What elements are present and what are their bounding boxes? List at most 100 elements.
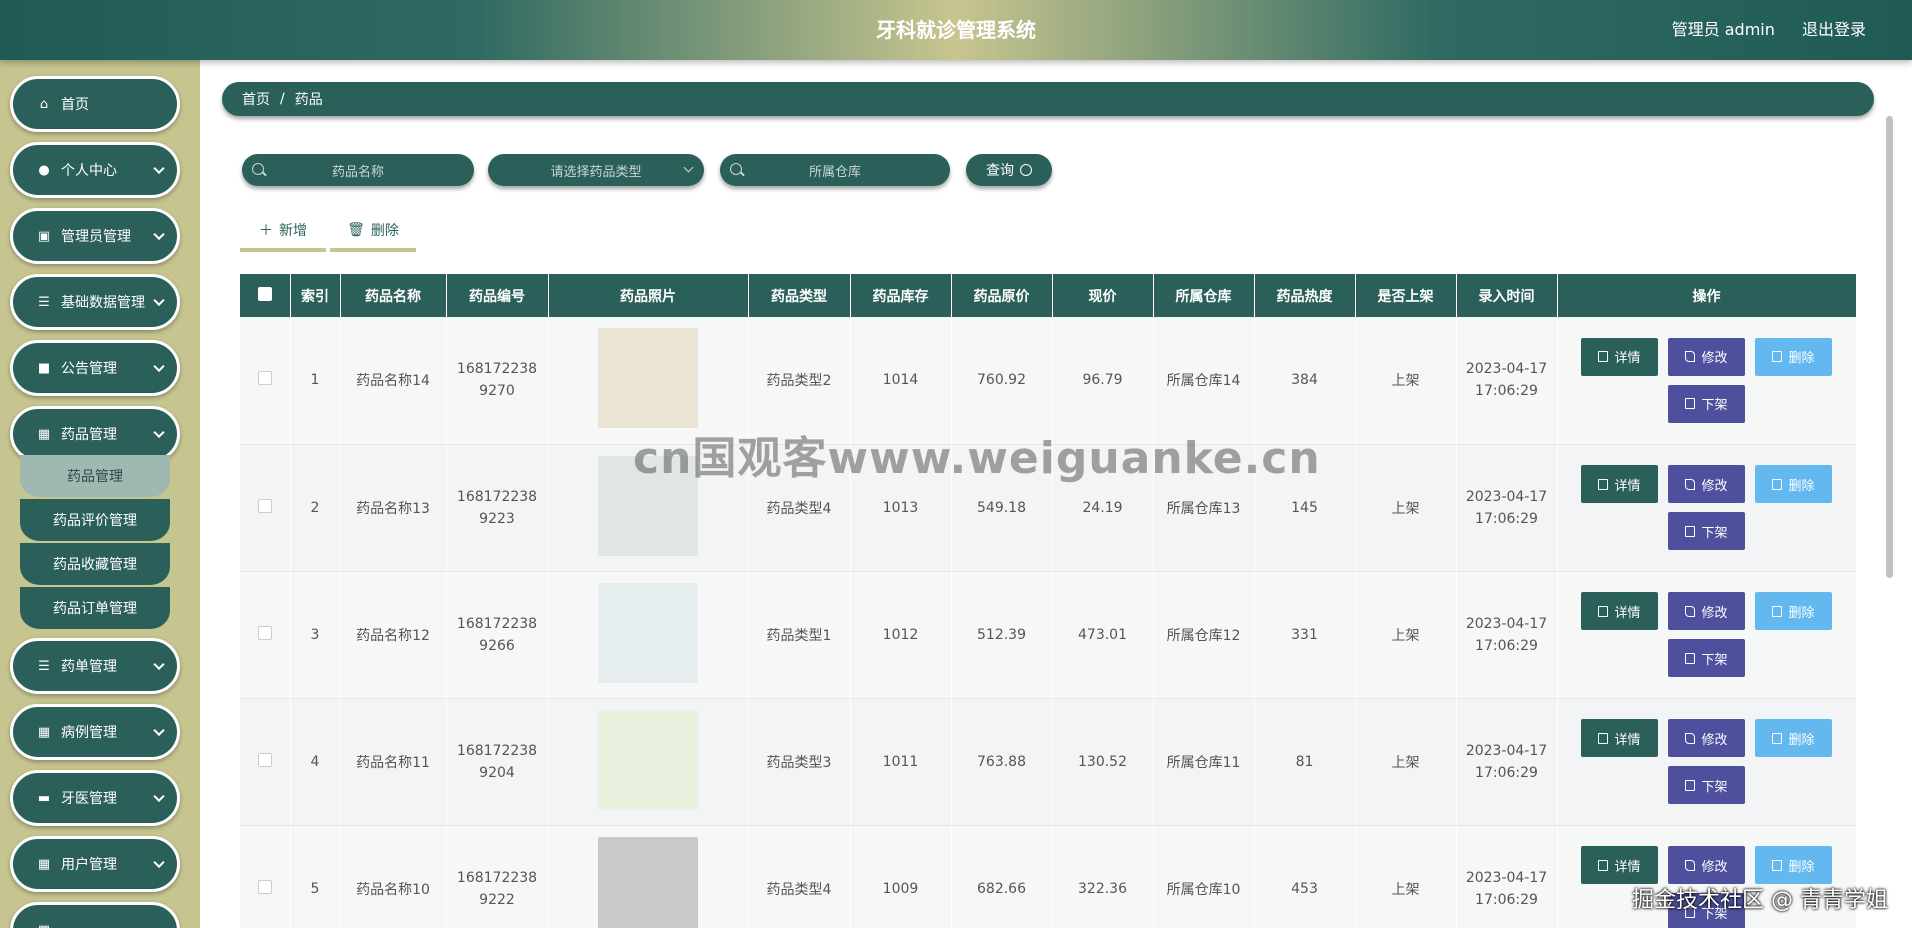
detail-label: 详情 bbox=[1614, 605, 1641, 621]
detail-button[interactable]: 详情 bbox=[1581, 465, 1658, 503]
date-line: 2023-04-17 bbox=[1465, 742, 1548, 759]
row-select-cell[interactable] bbox=[240, 698, 291, 826]
time-line: 17:06:29 bbox=[1475, 637, 1538, 654]
delete-button[interactable]: 删除 bbox=[1755, 465, 1832, 503]
chevron-down-icon bbox=[153, 426, 165, 439]
pencil-icon bbox=[1685, 351, 1696, 363]
cell-time: 2023-04-17 17:06:29 bbox=[1456, 571, 1558, 699]
edit-button[interactable]: 修改 bbox=[1668, 465, 1745, 503]
column-header: 药品原价 bbox=[951, 274, 1053, 317]
cell-stock: 1012 bbox=[850, 571, 952, 699]
unlist-button[interactable]: 下架 bbox=[1668, 766, 1745, 804]
row-select-cell[interactable] bbox=[240, 571, 291, 699]
medicine-photo[interactable] bbox=[598, 836, 698, 928]
sidebar-item-prescription[interactable]: ☰ 药单管理 bbox=[10, 638, 180, 694]
add-button[interactable]: ＋ 新增 bbox=[240, 212, 326, 252]
row-checkbox[interactable] bbox=[257, 498, 272, 513]
row-checkbox[interactable] bbox=[257, 371, 272, 386]
medicine-type-select[interactable]: 请选择药品类型 bbox=[488, 154, 704, 186]
cell-name: 药品名称12 bbox=[340, 571, 447, 699]
edit-button[interactable]: 修改 bbox=[1668, 846, 1745, 884]
sidebar-item-basic-data[interactable]: ☰ 基础数据管理 bbox=[10, 274, 180, 330]
delete-button[interactable]: 删除 bbox=[1755, 846, 1832, 884]
unlist-button[interactable]: 下架 bbox=[1668, 384, 1745, 423]
sidebar-item-user[interactable]: ▦ 用户管理 bbox=[10, 836, 180, 892]
chevron-down-icon bbox=[153, 724, 165, 737]
edit-label: 修改 bbox=[1701, 732, 1728, 748]
unlist-label: 下架 bbox=[1701, 525, 1728, 541]
cell-status: 上架 bbox=[1355, 698, 1457, 826]
select-all-header[interactable] bbox=[240, 274, 291, 317]
batch-delete-button[interactable]: 🗑 删除 bbox=[330, 212, 416, 252]
edit-button[interactable]: 修改 bbox=[1668, 592, 1745, 630]
grid-icon: ▦ bbox=[37, 724, 51, 740]
chevron-down-icon bbox=[153, 790, 165, 803]
query-button[interactable]: 查询 bbox=[966, 154, 1052, 186]
medicine-name-placeholder: 药品名称 bbox=[331, 164, 384, 180]
submenu-medicine-review[interactable]: 药品评价管理 bbox=[20, 499, 170, 543]
medicine-photo[interactable] bbox=[598, 328, 698, 429]
detail-button[interactable]: 详情 bbox=[1581, 846, 1658, 884]
cell-name: 药品名称13 bbox=[340, 444, 447, 572]
cell-photo bbox=[548, 571, 749, 699]
sidebar-item-label: 基础数据管理 bbox=[61, 295, 145, 311]
page-scrollbar[interactable] bbox=[1886, 116, 1893, 578]
cell-status: 上架 bbox=[1355, 444, 1457, 572]
cell-code: 168172238 9270 bbox=[446, 317, 549, 445]
breadcrumb: 首页 / 药品 bbox=[222, 82, 1874, 116]
edit-label: 修改 bbox=[1701, 859, 1728, 875]
logout-link[interactable]: 退出登录 bbox=[1802, 20, 1866, 39]
edit-button[interactable]: 修改 bbox=[1668, 719, 1745, 757]
sidebar-item-personal-center[interactable]: ● 个人中心 bbox=[10, 142, 180, 198]
row-select-cell[interactable] bbox=[240, 444, 291, 572]
submenu-medicine-orders[interactable]: 药品订单管理 bbox=[20, 587, 170, 631]
delete-button[interactable]: 删除 bbox=[1755, 337, 1832, 376]
detail-button[interactable]: 详情 bbox=[1581, 719, 1658, 757]
unlist-button[interactable]: 下架 bbox=[1668, 639, 1745, 677]
sidebar-item-home[interactable]: ⌂ 首页 bbox=[10, 76, 180, 132]
medicine-photo[interactable] bbox=[598, 582, 698, 683]
sidebar-item-notice[interactable]: ■ 公告管理 bbox=[10, 340, 180, 396]
delete-button[interactable]: 删除 bbox=[1755, 592, 1832, 630]
sidebar-item-label: 药品管理 bbox=[61, 427, 117, 443]
unlist-label: 下架 bbox=[1701, 779, 1728, 795]
column-header: 所属仓库 bbox=[1153, 274, 1255, 317]
warehouse-input[interactable]: 所属仓库 bbox=[720, 154, 950, 186]
cell-name: 药品名称14 bbox=[340, 317, 447, 445]
submenu-medicine-favorites[interactable]: 药品收藏管理 bbox=[20, 543, 170, 587]
row-checkbox[interactable] bbox=[257, 752, 272, 767]
edit-button[interactable]: 修改 bbox=[1668, 337, 1745, 376]
cell-heat: 331 bbox=[1254, 571, 1356, 699]
warehouse-placeholder: 所属仓库 bbox=[808, 164, 861, 180]
medicine-name-input[interactable]: 药品名称 bbox=[242, 154, 474, 186]
sidebar-item-dentist[interactable]: ▬ 牙医管理 bbox=[10, 770, 180, 826]
time-line: 17:06:29 bbox=[1475, 891, 1538, 908]
sidebar-item-more[interactable]: ▦ bbox=[10, 902, 180, 928]
breadcrumb-home[interactable]: 首页 bbox=[242, 89, 270, 109]
cell-type: 药品类型3 bbox=[748, 698, 851, 826]
submenu-medicine-management[interactable]: 药品管理 bbox=[20, 455, 170, 499]
chevron-down-icon bbox=[153, 294, 165, 307]
row-select-cell[interactable] bbox=[240, 317, 291, 445]
medicine-photo[interactable] bbox=[598, 709, 698, 810]
select-all-checkbox[interactable] bbox=[257, 286, 272, 301]
sidebar-item-admin-management[interactable]: ▣ 管理员管理 bbox=[10, 208, 180, 264]
cell-ops: 详情 修改 删除下架 bbox=[1557, 698, 1856, 826]
detail-button[interactable]: 详情 bbox=[1581, 592, 1658, 630]
document-icon bbox=[1685, 652, 1696, 664]
unlist-button[interactable]: 下架 bbox=[1668, 512, 1745, 550]
admin-label: 管理员 admin bbox=[1671, 20, 1775, 39]
code-line: 9223 bbox=[479, 510, 515, 527]
sidebar-item-case[interactable]: ▦ 病例管理 bbox=[10, 704, 180, 760]
breadcrumb-current: 药品 bbox=[294, 92, 323, 108]
pencil-icon bbox=[1685, 859, 1696, 871]
delete-button[interactable]: 删除 bbox=[1755, 719, 1832, 757]
cell-price: 322.36 bbox=[1052, 825, 1154, 928]
row-select-cell[interactable] bbox=[240, 825, 291, 928]
sidebar-item-medicine[interactable]: ▦ 药品管理 bbox=[10, 406, 180, 462]
row-checkbox[interactable] bbox=[257, 879, 272, 894]
row-checkbox[interactable] bbox=[257, 625, 272, 640]
detail-button[interactable]: 详情 bbox=[1581, 337, 1658, 376]
edit-label: 修改 bbox=[1701, 351, 1728, 367]
code-line: 9270 bbox=[479, 383, 515, 400]
